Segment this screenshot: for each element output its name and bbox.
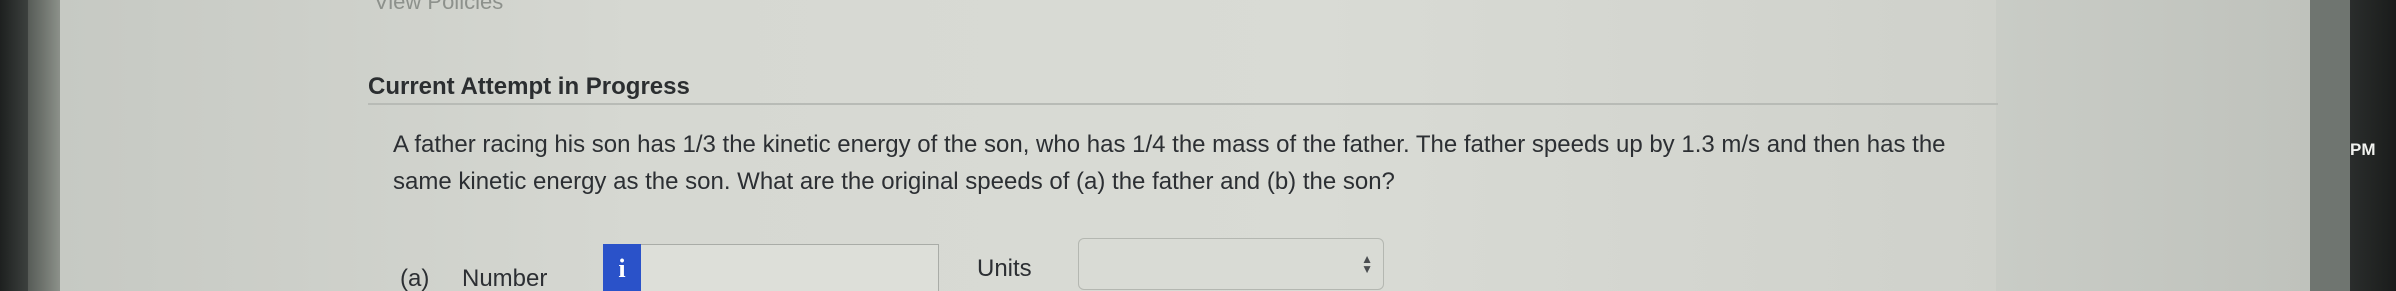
number-label: Number [462,265,548,291]
clock-pm-label: PM [2350,140,2376,159]
right-sidebar [2310,0,2350,291]
question-text: A father racing his son has 1/3 the kine… [393,131,1946,195]
info-icon[interactable]: i [603,244,641,291]
answer-row-a: (a) Number i Units ▲ ▼ [400,238,1400,291]
units-select-a[interactable]: ▲ ▼ [1078,238,1384,290]
divider [368,103,1998,105]
select-arrows-icon: ▲ ▼ [1361,252,1373,276]
right-panel [1996,0,2310,291]
number-input-a[interactable] [641,244,939,291]
attempt-title: Current Attempt in Progress [368,73,690,100]
view-policies-link[interactable]: View Policies [374,0,503,15]
part-label-a: (a) [400,265,430,291]
units-label: Units [977,255,1032,282]
left-bezel-strip [0,0,28,291]
